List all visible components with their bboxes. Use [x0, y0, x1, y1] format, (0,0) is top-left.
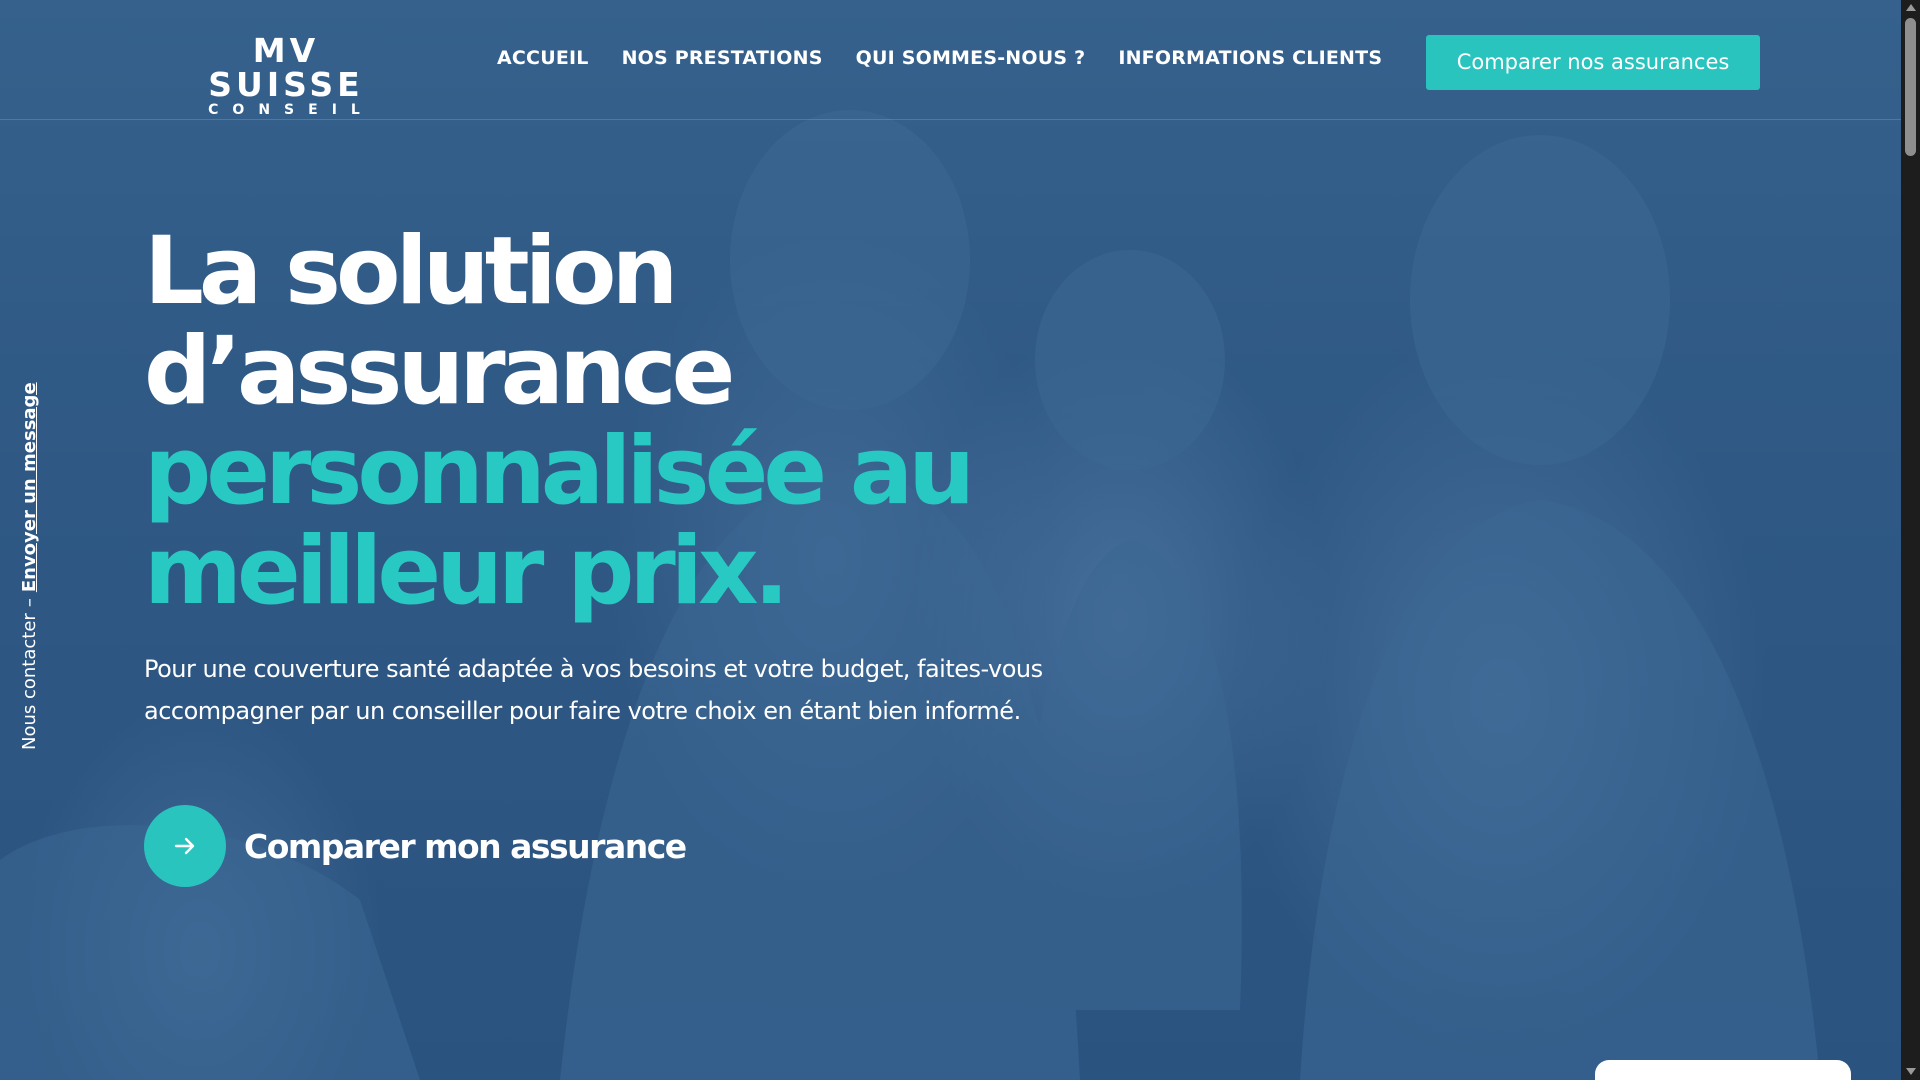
hero-title: La solution d’assurance personnalisée au… [144, 217, 975, 626]
logo[interactable]: MV SUISSE CONSEIL [178, 31, 394, 119]
compare-my-insurance-cta[interactable]: Comparer mon assurance [144, 805, 687, 887]
nav-item-nos-prestations[interactable]: NOS PRESTATIONS [622, 47, 823, 69]
scroll-up-arrow-icon[interactable] [1906, 4, 1916, 11]
hero-description: Pour une couverture santé adaptée à vos … [144, 655, 1043, 725]
arrow-right-icon[interactable] [144, 805, 226, 887]
logo-sub-text: CONSEIL [208, 102, 374, 118]
side-contact-label: Nous contacter [19, 613, 40, 750]
side-contact: Nous contacter – Envoyer un message [10, 382, 50, 750]
side-contact-separator: – [19, 598, 40, 608]
scrollbar-thumb[interactable] [1905, 18, 1916, 156]
send-message-link[interactable]: Envoyer un message [19, 382, 40, 592]
compare-insurances-button[interactable]: Comparer nos assurances [1426, 35, 1760, 90]
hero-title-line-2: d’assurance [144, 317, 735, 426]
compare-my-insurance-label[interactable]: Comparer mon assurance [244, 827, 687, 866]
main-nav: ACCUEIL NOS PRESTATIONS QUI SOMMES-NOUS … [497, 47, 1382, 69]
site-header: MV SUISSE CONSEIL ACCUEIL NOS PRESTATION… [0, 0, 1901, 120]
chat-widget-tab[interactable] [1595, 1060, 1851, 1080]
hero-title-line-4: meilleur prix. [144, 517, 789, 626]
scrollbar[interactable] [1901, 0, 1920, 1080]
hero-title-line-3: personnalisée au [144, 417, 975, 526]
nav-item-qui-sommes-nous[interactable]: QUI SOMMES-NOUS ? [856, 47, 1086, 69]
logo-main-text: MV SUISSE [208, 31, 364, 104]
hero-title-line-1: La solution [144, 217, 678, 326]
nav-item-accueil[interactable]: ACCUEIL [497, 47, 589, 69]
page: MV SUISSE CONSEIL ACCUEIL NOS PRESTATION… [0, 0, 1920, 1080]
nav-item-informations-clients[interactable]: INFORMATIONS CLIENTS [1118, 47, 1382, 69]
scroll-down-arrow-icon[interactable] [1906, 1068, 1916, 1075]
